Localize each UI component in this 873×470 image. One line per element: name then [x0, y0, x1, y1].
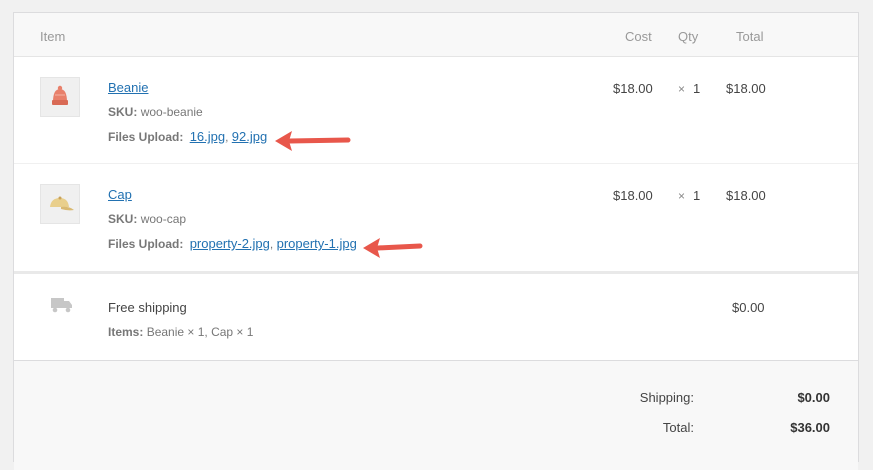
times-symbol: ×	[678, 189, 686, 203]
beanie-icon	[52, 85, 68, 105]
truck-icon	[51, 298, 72, 313]
annotation-arrow-icon	[275, 131, 351, 151]
line-item-row: Cap SKU: woo-cap Files Upload: property-…	[14, 164, 858, 270]
line-item-row: Beanie SKU: woo-beanie Files Upload: 16.…	[14, 57, 858, 163]
table-header: Item Cost Qty Total	[14, 13, 858, 57]
shipping-items-value: Beanie × 1, Cap × 1	[146, 325, 254, 339]
files-upload-meta: Files Upload: 16.jpg, 92.jpg	[108, 129, 267, 144]
shipping-total-label: Shipping:	[639, 390, 694, 405]
shipping-items-label: Items:	[108, 325, 144, 339]
shipping-method-name: Free shipping	[108, 300, 187, 315]
files-upload-meta: Files Upload: property-2.jpg, property-1…	[108, 236, 357, 251]
product-name-link[interactable]: Beanie	[108, 80, 148, 95]
sku-label: SKU:	[108, 212, 138, 226]
shipping-line-row: Free shipping Items: Beanie × 1, Cap × 1…	[14, 271, 858, 361]
times-symbol: ×	[678, 82, 686, 96]
shipping-line-total: $0.00	[732, 300, 765, 315]
quantity-value: 1	[693, 188, 701, 203]
item-cost: $18.00	[613, 81, 653, 96]
order-total-value: $36.00	[790, 420, 830, 435]
order-items-panel: Item Cost Qty Total Beanie SKU: woo-bean…	[13, 12, 859, 470]
uploaded-file-link[interactable]: 92.jpg	[232, 129, 267, 144]
product-sku: SKU: woo-cap	[108, 212, 186, 226]
order-totals: Shipping: $0.00 Total: $36.00	[14, 360, 858, 470]
file-separator: ,	[225, 130, 229, 144]
column-header-item: Item	[40, 29, 66, 44]
sku-label: SKU:	[108, 105, 138, 119]
item-quantity: × 1	[678, 188, 700, 203]
quantity-value: 1	[693, 81, 701, 96]
column-header-cost: Cost	[625, 29, 652, 44]
uploaded-file-link[interactable]: property-1.jpg	[277, 236, 357, 251]
shipping-total-value: $0.00	[797, 390, 830, 405]
cap-icon	[50, 196, 74, 211]
sku-value: woo-cap	[140, 212, 187, 226]
uploaded-file-link[interactable]: 16.jpg	[190, 129, 225, 144]
sku-value: woo-beanie	[140, 105, 203, 119]
files-upload-label: Files Upload:	[108, 130, 184, 144]
files-upload-label: Files Upload:	[108, 237, 184, 251]
product-sku: SKU: woo-beanie	[108, 105, 203, 119]
uploaded-file-link[interactable]: property-2.jpg	[190, 236, 270, 251]
column-header-total: Total	[736, 29, 764, 44]
item-total: $18.00	[726, 188, 766, 203]
item-total: $18.00	[726, 81, 766, 96]
shipping-items-meta: Items: Beanie × 1, Cap × 1	[108, 325, 253, 339]
order-total-label: Total:	[662, 420, 694, 435]
file-separator: ,	[269, 237, 274, 251]
product-thumbnail[interactable]	[40, 184, 80, 224]
column-header-qty: Qty	[678, 29, 699, 44]
product-thumbnail[interactable]	[40, 77, 80, 117]
item-cost: $18.00	[613, 188, 653, 203]
annotation-arrow-icon	[363, 238, 423, 258]
product-name-link[interactable]: Cap	[108, 187, 132, 202]
item-quantity: × 1	[678, 81, 700, 96]
